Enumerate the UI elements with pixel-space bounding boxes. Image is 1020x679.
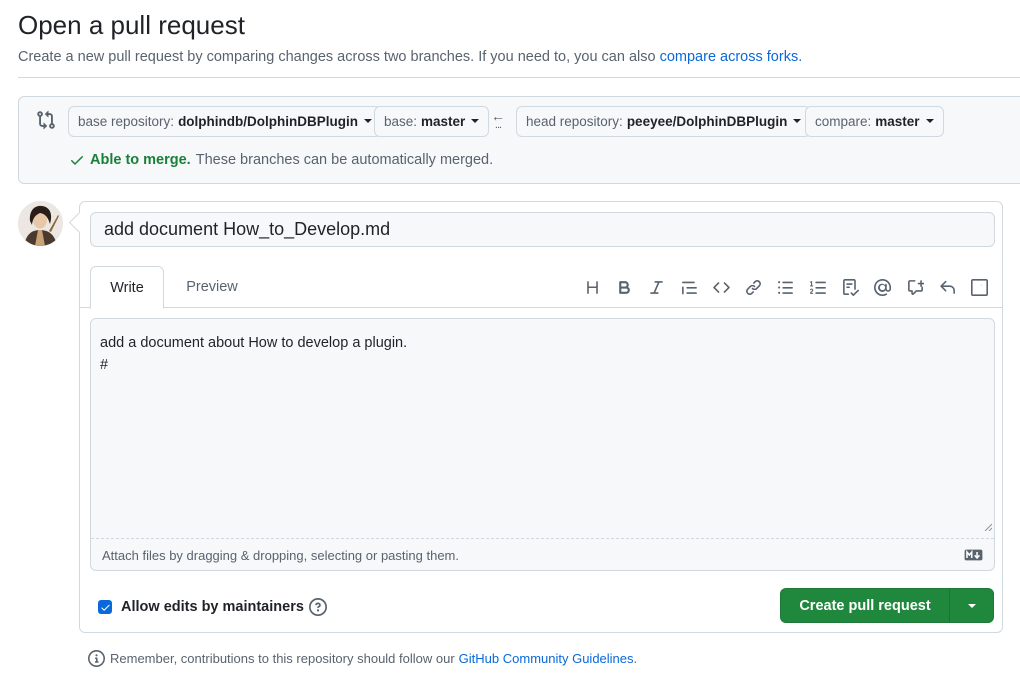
community-guidelines-link[interactable]: GitHub Community Guidelines — [459, 651, 634, 666]
task-list-icon[interactable] — [834, 277, 866, 297]
unordered-list-icon[interactable] — [770, 277, 802, 297]
note-end: . — [633, 651, 638, 666]
allow-edits-label[interactable]: Allow edits by maintainers — [121, 599, 304, 615]
head-repository-value: peeyee/DolphinDBPlugin — [626, 114, 788, 129]
chevron-down-icon — [471, 118, 480, 123]
info-icon — [88, 650, 105, 667]
tab-preview[interactable]: Preview — [174, 266, 250, 308]
merge-ok-text: Able to merge. — [90, 152, 191, 168]
chevron-down-icon — [364, 118, 373, 123]
create-options-dropdown[interactable] — [950, 603, 993, 608]
pull-request-form: add document How_to_Develop.md Write Pre… — [79, 201, 1003, 633]
compare-across-forks-link[interactable]: compare across forks. — [660, 49, 803, 65]
attach-files-text: Attach files by dragging & dropping, sel… — [102, 547, 459, 563]
code-icon[interactable] — [705, 277, 737, 297]
resize-handle-icon[interactable] — [984, 523, 992, 531]
cross-reference-icon[interactable] — [899, 277, 931, 297]
avatar — [18, 201, 63, 246]
chevron-down-icon — [793, 118, 802, 123]
mention-icon[interactable] — [867, 277, 899, 297]
subtitle-text: Create a new pull request by comparing c… — [18, 49, 656, 65]
page-title: Open a pull request — [18, 10, 245, 40]
body-text: add a document about How to develop a pl… — [100, 335, 408, 373]
tab-write[interactable]: Write — [90, 266, 164, 309]
slash-commands-icon[interactable] — [964, 277, 996, 297]
chevron-down-icon — [967, 603, 976, 608]
contribution-note: Remember, contributions to this reposito… — [88, 650, 637, 667]
body-textarea[interactable]: add a document about How to develop a pl… — [90, 318, 995, 571]
allow-edits-checkbox[interactable] — [98, 600, 112, 614]
branch-range-editor: base repository: dolphindb/DolphinDBPlug… — [18, 96, 1020, 184]
base-repository-select[interactable]: base repository: dolphindb/DolphinDBPlug… — [68, 106, 383, 137]
markdown-icon[interactable] — [964, 549, 983, 561]
reply-icon[interactable] — [931, 277, 963, 297]
check-icon — [71, 156, 83, 165]
ordered-list-icon[interactable] — [802, 277, 834, 297]
head-repository-select[interactable]: head repository: peeyee/DolphinDBPlugin — [516, 106, 812, 137]
compare-branch-value: master — [875, 114, 920, 129]
compare-branch-label: compare: — [815, 114, 872, 129]
checkmark-icon — [100, 604, 110, 611]
chevron-down-icon — [925, 118, 934, 123]
quote-icon[interactable] — [673, 277, 705, 297]
compare-branch-select[interactable]: compare: master — [805, 106, 944, 137]
base-branch-label: base: — [384, 114, 418, 129]
allow-edits-option: Allow edits by maintainers — [98, 598, 327, 616]
header-divider — [18, 77, 1020, 78]
base-branch-value: master — [421, 114, 466, 129]
question-icon[interactable] — [308, 598, 327, 616]
link-icon[interactable] — [737, 277, 769, 297]
git-compare-icon — [37, 110, 55, 130]
heading-icon[interactable] — [576, 277, 608, 297]
create-pull-request-button[interactable]: Create pull request — [780, 588, 994, 623]
note-text: Remember, contributions to this reposito… — [110, 651, 455, 666]
bold-icon[interactable] — [608, 277, 640, 297]
italic-icon[interactable] — [641, 277, 673, 297]
avatar-image — [18, 201, 63, 246]
base-branch-select[interactable]: base: master — [374, 106, 490, 137]
attach-files-bar[interactable]: Attach files by dragging & dropping, sel… — [91, 538, 994, 571]
base-repository-label: base repository: — [78, 114, 175, 129]
merge-status: Able to merge. These branches can be aut… — [69, 152, 493, 168]
arrow-dots: ... — [494, 119, 502, 131]
title-input[interactable]: add document How_to_Develop.md — [90, 212, 995, 247]
markdown-toolbar — [576, 277, 996, 297]
merge-description: These branches can be automatically merg… — [195, 152, 494, 168]
base-repository-value: dolphindb/DolphinDBPlugin — [178, 114, 359, 129]
head-repository-label: head repository: — [526, 114, 623, 129]
page-subtitle: Create a new pull request by comparing c… — [18, 49, 802, 65]
create-pull-request-label[interactable]: Create pull request — [781, 598, 949, 614]
